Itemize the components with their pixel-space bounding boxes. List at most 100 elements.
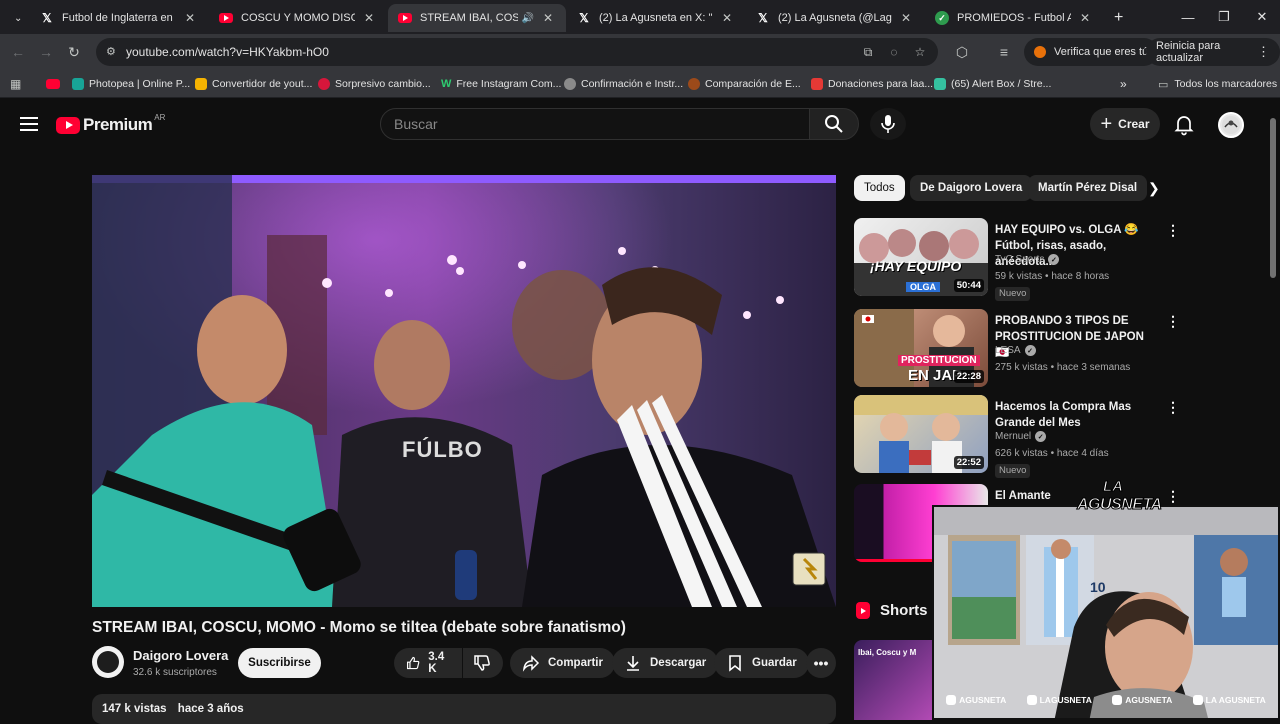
logo-line-2: AGUSNETA [1077,496,1163,514]
x-icon: 𝕏 [579,11,589,25]
warning-dot-icon [1034,46,1046,58]
share-button[interactable]: Compartir [510,648,615,678]
install-app-icon[interactable]: ⧉ [860,44,876,60]
relaunch-to-update-button[interactable]: Reinicia para actualizar ⋮ [1146,38,1280,66]
close-icon[interactable]: ✕ [540,10,556,26]
back-arrow-icon[interactable]: ← [8,42,28,62]
more-vert-icon[interactable]: ⋮ [1166,222,1180,238]
bookmark-item[interactable]: W Free Instagram Com... [441,75,561,93]
video-thumbnail[interactable]: PROSTITUCION EN JAP 22:28 [854,309,988,387]
video-thumbnail[interactable]: ¡HAY EQUIPO OLGA 50:44 [854,218,988,296]
create-button[interactable]: + Crear [1090,108,1160,140]
recommendation-item[interactable]: 22:52 Hacemos la Compra Mas Grande del M… [854,395,1180,478]
voice-search-button[interactable] [870,108,906,140]
recommendation-channel[interactable]: LESA ✓ [995,345,1036,356]
more-actions-button[interactable]: ••• [806,648,836,678]
channel-name[interactable]: Daigoro Lovera [133,648,228,663]
youtube-masthead: Premium AR Buscar + Crear [0,98,1280,150]
chip-todos[interactable]: Todos [854,175,905,201]
bookmark-item[interactable]: Donaciones para laa... [811,75,933,93]
browser-tab[interactable]: COSCU Y MOMO DISCUTEN ✕ [209,4,387,32]
shorts-thumbnail[interactable]: Ibai, Coscu y M [854,640,934,720]
site-info-icon[interactable]: ⚙ [106,45,120,59]
search-input[interactable]: Buscar [380,108,810,140]
bookmark-star-icon[interactable]: ☆ [912,44,928,60]
bookmark-item[interactable]: Comparación de E... [688,75,801,93]
new-tab-button[interactable]: + [1104,4,1128,32]
extensions-icon[interactable]: ⬡ [952,42,972,62]
youtube-bookmark[interactable] [46,75,65,93]
bookmark-label: Convertidor de yout... [212,78,313,90]
subscribe-button[interactable]: Suscribirse [238,648,321,678]
bookmarks-bar: ▦ Photopea | Online P... Convertidor de … [0,70,1280,98]
like-button[interactable]: 3.4 K [394,648,462,678]
bookmark-item[interactable]: Photopea | Online P... [72,75,190,93]
tab-label: STREAM IBAI, COSCU, M [420,12,518,24]
browser-tab[interactable]: 𝕏 Futbol de Inglaterra en X: "C ✕ [30,4,208,32]
bookmark-label: Comparación de E... [705,78,801,90]
chip-related[interactable]: Martín Pérez Disal [1028,175,1148,201]
page-scrollbar[interactable] [1270,118,1276,278]
eye-off-icon[interactable]: ◌ [886,44,902,60]
shorts-icon [856,602,870,619]
more-bookmarks-chevron-icon[interactable]: » [1120,75,1127,93]
close-icon[interactable]: ✕ [719,10,735,26]
tab-search-button[interactable]: ⌄ [0,4,30,32]
browser-tab[interactable]: ✓ PROMIEDOS - Futbol Argen ✕ [925,4,1103,32]
bookmark-item[interactable]: (65) Alert Box / Stre... [934,75,1051,93]
recommendation-item[interactable]: ¡HAY EQUIPO OLGA 50:44 HAY EQUIPO vs. OL… [854,218,1180,301]
browser-tab-active[interactable]: STREAM IBAI, COSCU, M 🔊 ✕ [388,4,566,32]
account-avatar[interactable] [1218,112,1244,138]
upload-age: hace 3 años [177,703,244,715]
bookmark-label: Todos los marcadores [1174,78,1278,90]
mic-icon [881,115,895,133]
browser-tab[interactable]: 𝕏 (2) La Agusneta (@Lagusnet ✕ [746,4,924,32]
video-player[interactable]: FÚLBO [92,175,836,607]
verify-identity-button[interactable]: Verifica que eres tú [1024,38,1159,66]
upload-age: hace 8 horas [1051,271,1110,282]
search-button[interactable] [809,108,859,140]
video-thumbnail[interactable]: 22:52 [854,395,988,473]
download-button[interactable]: Descargar [612,648,719,678]
forward-arrow-icon[interactable]: → [36,42,56,62]
recommendation-channel[interactable]: TyC Sports ✓ [995,254,1060,265]
close-icon[interactable]: ✕ [898,10,914,26]
menu-hamburger-icon[interactable] [18,113,40,135]
apps-grid-icon[interactable]: ▦ [10,75,21,93]
close-icon[interactable]: ✕ [182,10,198,26]
chevron-right-icon[interactable]: ❯ [1148,180,1166,198]
all-bookmarks-folder[interactable]: ▭ Todos los marcadores [1158,75,1277,93]
update-label: Reinicia para actualizar [1156,40,1221,64]
channel-avatar[interactable] [92,646,124,678]
bookmark-item[interactable]: Confirmación e Instr... [564,75,683,93]
reload-icon[interactable]: ↻ [64,42,84,62]
plus-icon: + [1100,112,1113,135]
bookmark-item[interactable]: Convertidor de yout... [195,75,312,93]
more-vert-icon[interactable]: ⋮ [1166,313,1180,329]
save-button[interactable]: Guardar [714,648,809,678]
speaker-icon[interactable]: 🔊 [522,13,534,24]
view-count: 59 k vistas [995,271,1043,282]
youtube-premium-logo[interactable]: Premium AR [56,113,165,136]
chip-channel[interactable]: De Daigoro Lovera [910,175,1033,201]
recommendation-channel[interactable]: Mernuel ✓ [995,431,1047,442]
url-bar[interactable]: ⚙ youtube.com/watch?v=HKYakbm-hO0 ⧉ ◌ ☆ [96,38,938,66]
youtube-icon [46,79,60,89]
browser-tab[interactable]: 𝕏 (2) La Agusneta en X: "Institu ✕ [567,4,745,32]
media-control-icon[interactable]: ≡ [994,42,1014,62]
recommendation-item[interactable]: PROSTITUCION EN JAP 22:28 PROBANDO 3 TIP… [854,309,1180,389]
converter-icon [195,78,207,90]
more-vert-icon[interactable]: ⋮ [1166,399,1180,415]
bookmark-item[interactable]: Sorpresivo cambio... [318,75,431,93]
close-icon[interactable]: ✕ [1077,10,1093,26]
more-vert-icon[interactable]: ⋮ [1166,488,1180,504]
recommendation-title[interactable]: Hacemos la Compra Mas Grande del Mes [995,399,1160,431]
close-icon[interactable]: ✕ [361,10,377,26]
window-close-button[interactable]: ✕ [1244,0,1280,34]
like-count: 3.4 K [428,651,445,675]
notifications-bell-icon[interactable] [1172,112,1196,136]
minimize-button[interactable]: — [1170,0,1206,34]
dislike-button[interactable] [463,648,503,678]
restore-button[interactable]: ❐ [1206,0,1242,34]
photopea-icon [72,78,84,90]
